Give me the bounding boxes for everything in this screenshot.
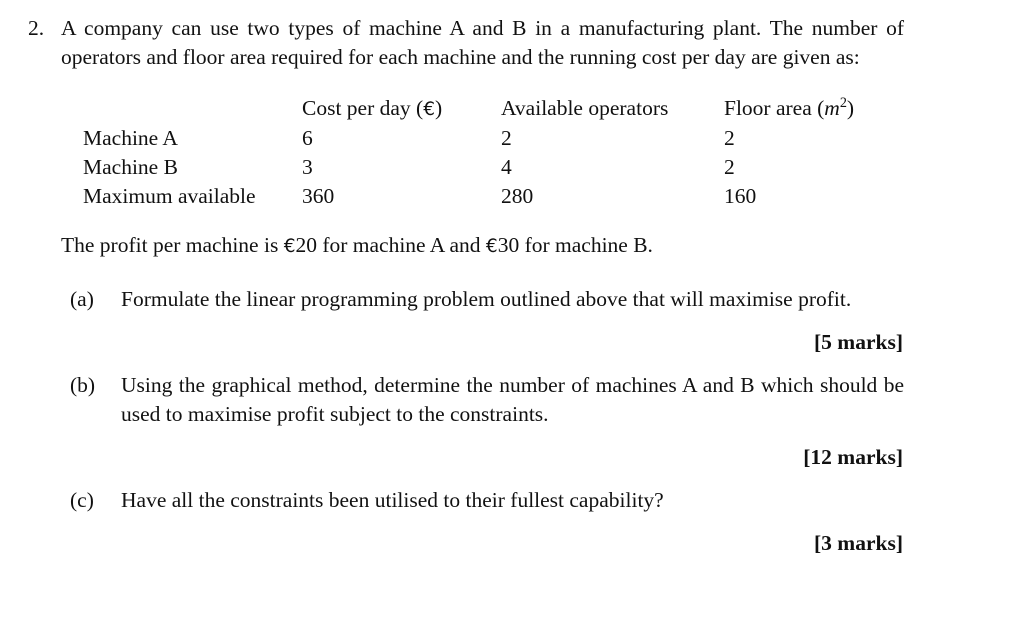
euro-symbol-icon: €	[423, 98, 435, 120]
table-row: Maximum available 360 280 160	[83, 182, 854, 211]
question-part-b: (b) Using the graphical method, determin…	[70, 371, 904, 429]
header-cost-per-day-post: )	[434, 95, 443, 120]
table-header-row: Cost per day (€) Available operators Flo…	[83, 89, 854, 124]
floor-area-unit-exponent: 2	[839, 95, 847, 111]
machine-data-table: Cost per day (€) Available operators Flo…	[83, 89, 854, 211]
header-cost-per-day: Cost per day (€)	[302, 89, 501, 124]
profit-statement: The profit per machine is €20 for machin…	[61, 231, 904, 261]
marks-allocation-b: [12 marks]	[803, 444, 903, 469]
row-label: Machine B	[83, 154, 178, 179]
exam-question-page: 2. A company can use two types of machin…	[0, 0, 1024, 632]
row-floor-value: 2	[724, 125, 735, 150]
header-floor-area-pre: Floor area (	[724, 95, 825, 120]
marks-allocation-a: [5 marks]	[814, 329, 903, 354]
part-label-c: (c)	[70, 487, 94, 512]
part-label-a: (a)	[70, 286, 94, 311]
row-cost-value: 360	[302, 183, 335, 208]
question-parts-list: (a) Formulate the linear programming pro…	[70, 285, 904, 558]
header-floor-area-post: )	[846, 95, 855, 120]
header-row-label	[83, 89, 302, 124]
question-part-a: (a) Formulate the linear programming pro…	[70, 285, 904, 314]
table-row: Machine B 3 4 2	[83, 153, 854, 182]
row-cost-value: 6	[302, 125, 313, 150]
header-floor-area: Floor area (m2)	[724, 89, 854, 124]
row-operators-value: 280	[501, 183, 534, 208]
row-label: Machine A	[83, 125, 178, 150]
row-floor-value: 2	[724, 154, 735, 179]
row-cost-value: 3	[302, 154, 313, 179]
part-text-a: Formulate the linear programming problem…	[121, 286, 852, 311]
row-operators-value: 4	[501, 154, 512, 179]
floor-area-unit-variable: m	[824, 95, 840, 120]
table-row: Machine A 6 2 2	[83, 124, 854, 153]
header-available-operators: Available operators	[501, 95, 669, 120]
question-block: 2. A company can use two types of machin…	[28, 14, 904, 572]
marks-allocation-c: [3 marks]	[814, 530, 903, 555]
euro-symbol-icon: €	[283, 235, 296, 257]
part-text-c: Have all the constraints been utilised t…	[121, 487, 664, 512]
profit-statement-pre: The profit per machine is	[61, 232, 284, 257]
profit-amount-machine-a: 20 for machine A and	[295, 232, 486, 257]
row-operators-value: 2	[501, 125, 512, 150]
question-part-c: (c) Have all the constraints been utilis…	[70, 486, 904, 515]
profit-amount-machine-b: 30 for machine B.	[497, 232, 653, 257]
part-text-b: Using the graphical method, determine th…	[121, 372, 904, 426]
row-floor-value: 160	[724, 183, 757, 208]
part-label-b: (b)	[70, 372, 96, 397]
question-body: A company can use two types of machine A…	[61, 14, 904, 558]
euro-symbol-icon: €	[485, 235, 498, 257]
question-intro-paragraph: A company can use two types of machine A…	[61, 16, 904, 69]
question-number: 2.	[28, 16, 45, 40]
header-cost-per-day-pre: Cost per day (	[302, 95, 424, 120]
row-label: Maximum available	[83, 183, 256, 208]
